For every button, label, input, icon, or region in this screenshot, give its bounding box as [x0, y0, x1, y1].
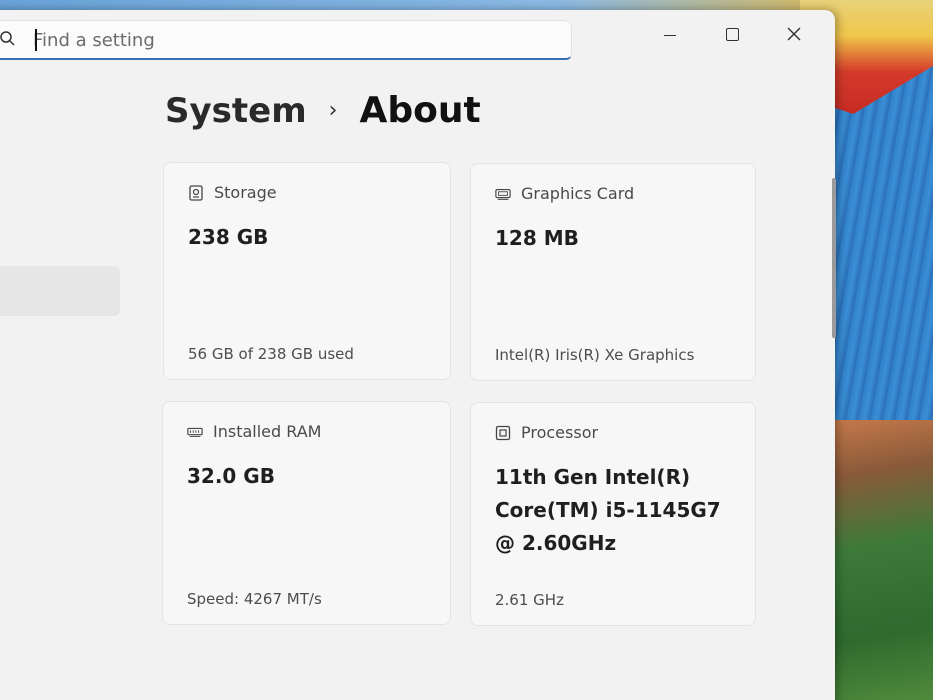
minimize-icon — [664, 34, 676, 36]
installed-ram-card[interactable]: Installed RAM 32.0 GB Speed: 4267 MT/s — [162, 401, 451, 625]
close-icon — [787, 27, 801, 41]
processor-icon — [495, 425, 511, 441]
installed-ram-detail: Speed: 4267 MT/s — [187, 590, 322, 608]
minimize-button[interactable] — [639, 16, 701, 52]
page-title: About — [359, 90, 481, 131]
wallpaper-mountain — [820, 420, 933, 700]
breadcrumb-system-link[interactable]: System — [165, 91, 307, 131]
installed-ram-value: 32.0 GB — [187, 464, 275, 488]
graphics-card-title: Graphics Card — [521, 184, 635, 203]
processor-detail: 2.61 GHz — [495, 591, 564, 609]
installed-ram-card-header: Installed RAM — [187, 422, 321, 441]
storage-detail: 56 GB of 238 GB used — [188, 345, 354, 363]
close-button[interactable] — [763, 16, 825, 52]
search-icon — [0, 30, 17, 48]
processor-card-header: Processor — [495, 423, 598, 442]
graphics-card[interactable]: Graphics Card 128 MB Intel(R) Iris(R) Xe… — [470, 163, 756, 381]
processor-card[interactable]: Processor 11th Gen Intel(R) Core(TM) i5-… — [470, 402, 756, 626]
installed-ram-title: Installed RAM — [213, 422, 322, 441]
settings-window: System › About Storage 238 GB 56 GB of 2… — [0, 10, 836, 700]
chevron-right-icon: › — [328, 98, 338, 123]
sidebar-selected-item[interactable] — [0, 266, 120, 316]
graphics-card-value: 128 MB — [495, 226, 579, 250]
storage-title: Storage — [214, 183, 277, 202]
search-box[interactable] — [0, 20, 572, 60]
storage-value: 238 GB — [188, 225, 269, 249]
breadcrumb: System › About — [165, 90, 481, 131]
window-controls — [639, 16, 825, 52]
processor-title: Processor — [521, 423, 599, 442]
graphics-card-detail: Intel(R) Iris(R) Xe Graphics — [495, 346, 695, 364]
processor-value: 11th Gen Intel(R) Core(TM) i5-1145G7 @ 2… — [495, 465, 721, 555]
ram-icon — [187, 424, 203, 440]
maximize-button[interactable] — [701, 16, 763, 52]
scrollbar-thumb[interactable] — [832, 178, 836, 338]
storage-icon — [188, 184, 204, 201]
graphics-card-header: Graphics Card — [495, 184, 634, 203]
storage-card[interactable]: Storage 238 GB 56 GB of 238 GB used — [163, 162, 451, 380]
search-input[interactable] — [33, 28, 553, 52]
text-cursor — [35, 29, 37, 51]
maximize-icon — [725, 27, 739, 41]
graphics-card-icon — [495, 186, 511, 202]
storage-card-header: Storage — [188, 183, 277, 202]
